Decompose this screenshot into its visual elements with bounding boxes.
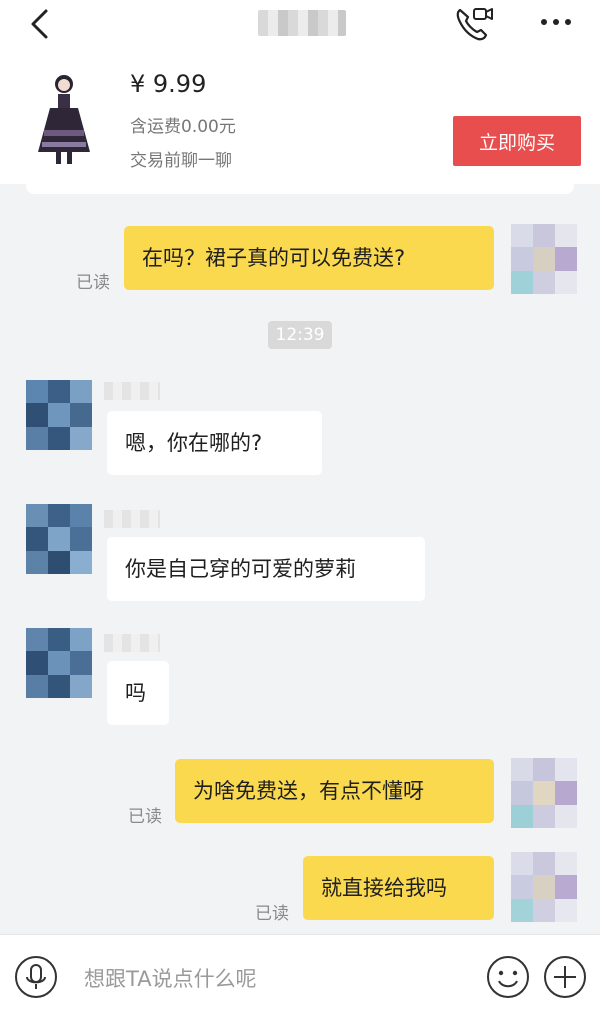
- contact-name-blurred: [104, 510, 160, 528]
- top-bar: [0, 0, 600, 48]
- chat-title-blurred: [258, 10, 346, 36]
- plus-icon[interactable]: [543, 955, 587, 999]
- microphone-icon[interactable]: [14, 955, 58, 999]
- message-bubble-mine[interactable]: 在吗？裙子真的可以免费送?: [124, 226, 494, 290]
- contact-name-blurred: [104, 382, 160, 400]
- product-card-edge: [26, 182, 574, 194]
- phone-video-icon[interactable]: [454, 6, 494, 42]
- message-bubble-mine[interactable]: 为啥免费送，有点不懂呀: [175, 759, 494, 823]
- message-bubble-theirs[interactable]: 吗: [107, 661, 169, 725]
- contact-avatar[interactable]: [26, 380, 92, 450]
- product-card[interactable]: ¥ 9.99 含运费0.00元 交易前聊一聊 立即购买: [0, 48, 600, 184]
- chevron-left-icon[interactable]: [26, 8, 56, 40]
- message-bubble-mine[interactable]: 就直接给我吗: [303, 856, 494, 920]
- contact-avatar[interactable]: [26, 504, 92, 574]
- read-status: 已读: [255, 904, 289, 924]
- chat-hint: 交易前聊一聊: [130, 151, 232, 171]
- contact-name-blurred: [104, 634, 160, 652]
- more-dots-icon[interactable]: [538, 10, 578, 34]
- message-bubble-theirs[interactable]: 嗯，你在哪的?: [107, 411, 322, 475]
- time-divider: 12:39: [268, 321, 332, 349]
- read-status: 已读: [128, 807, 162, 827]
- my-avatar[interactable]: [511, 852, 577, 922]
- my-avatar[interactable]: [511, 758, 577, 828]
- shipping-info: 含运费0.00元: [130, 117, 236, 137]
- smiley-icon[interactable]: [486, 955, 530, 999]
- buy-now-button[interactable]: 立即购买: [453, 116, 581, 166]
- message-input[interactable]: 想跟TA说点什么呢: [84, 963, 257, 993]
- contact-avatar[interactable]: [26, 628, 92, 698]
- read-status: 已读: [76, 273, 110, 293]
- product-image[interactable]: [30, 70, 98, 170]
- product-price: ¥ 9.99: [130, 70, 207, 98]
- input-bar: 想跟TA说点什么呢: [0, 934, 600, 1023]
- my-avatar[interactable]: [511, 224, 577, 294]
- message-bubble-theirs[interactable]: 你是自己穿的可爱的萝莉: [107, 537, 425, 601]
